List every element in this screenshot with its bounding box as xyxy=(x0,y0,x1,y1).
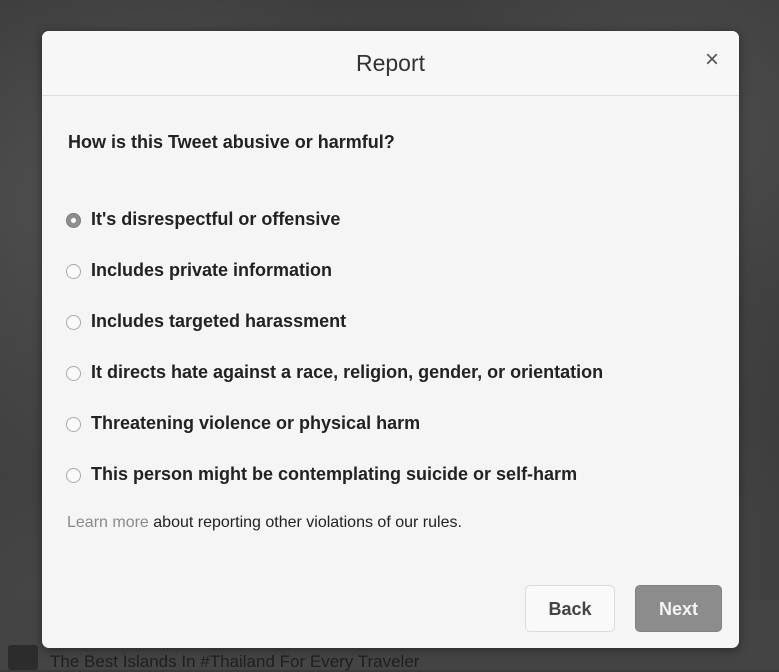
option-label: Threatening violence or physical harm xyxy=(91,413,421,433)
radio-targeted-harassment[interactable] xyxy=(66,315,81,330)
report-options-list: It's disrespectful or offensive Includes… xyxy=(66,194,726,500)
radio-private-information[interactable] xyxy=(66,264,81,279)
option-private-information[interactable]: Includes private information xyxy=(66,245,726,296)
learn-more-line: Learn more about reporting other violati… xyxy=(67,514,462,532)
radio-self-harm[interactable] xyxy=(66,468,81,483)
option-self-harm[interactable]: This person might be contemplating suici… xyxy=(66,449,726,500)
dialog-title: Report xyxy=(355,50,426,76)
radio-violence[interactable] xyxy=(66,417,81,432)
background-thumbnail xyxy=(8,645,38,670)
learn-more-text: about reporting other violations of our … xyxy=(153,514,462,531)
report-question: How is this Tweet abusive or harmful? xyxy=(68,132,395,152)
option-label: It's disrespectful or offensive xyxy=(91,209,341,229)
option-label: Includes targeted harassment xyxy=(91,311,347,331)
report-dialog: Report × How is this Tweet abusive or ha… xyxy=(42,31,739,648)
option-label: It directs hate against a race, religion… xyxy=(91,362,604,382)
option-disrespectful[interactable]: It's disrespectful or offensive xyxy=(66,194,726,245)
radio-disrespectful[interactable] xyxy=(66,213,81,228)
option-targeted-harassment[interactable]: Includes targeted harassment xyxy=(66,296,726,347)
option-label: Includes private information xyxy=(91,260,333,280)
close-icon[interactable]: × xyxy=(699,47,725,73)
option-label: This person might be contemplating suici… xyxy=(91,464,578,484)
radio-hate[interactable] xyxy=(66,366,81,381)
option-violence[interactable]: Threatening violence or physical harm xyxy=(66,398,726,449)
dialog-header: Report × xyxy=(42,31,739,96)
option-hate[interactable]: It directs hate against a race, religion… xyxy=(66,347,726,398)
back-button[interactable]: Back xyxy=(525,585,615,632)
learn-more-link[interactable]: Learn more xyxy=(67,514,149,531)
background-tweet-caption: The Best Islands In #Thailand For Every … xyxy=(50,652,420,671)
next-button[interactable]: Next xyxy=(635,585,722,632)
